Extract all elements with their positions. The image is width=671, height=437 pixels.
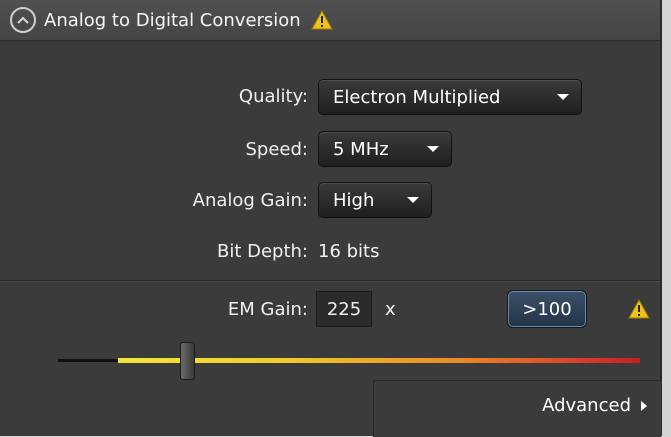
triangle-right-icon bbox=[641, 400, 647, 411]
em-gain-value: 225 bbox=[326, 298, 362, 320]
analog-gain-label: Analog Gain: bbox=[192, 190, 308, 211]
slider-track-inactive bbox=[58, 359, 118, 362]
slider-thumb[interactable] bbox=[180, 342, 195, 380]
em-gain-label: EM Gain: bbox=[227, 299, 308, 320]
section-title: Analog to Digital Conversion bbox=[44, 9, 301, 31]
chevron-down-icon bbox=[427, 146, 439, 152]
speed-value: 5 MHz bbox=[333, 138, 389, 160]
chevron-up-icon bbox=[17, 16, 29, 24]
warning-icon bbox=[628, 299, 650, 319]
quality-dropdown[interactable]: Electron Multiplied bbox=[318, 79, 582, 115]
acquisition-panel: Analog to Digital Conversion Quality: El… bbox=[0, 0, 662, 437]
speed-label: Speed: bbox=[245, 139, 309, 160]
em-gain-range-button[interactable]: >100 bbox=[507, 290, 587, 328]
em-gain-unit: x bbox=[385, 299, 396, 320]
speed-dropdown[interactable]: 5 MHz bbox=[318, 131, 452, 167]
analog-gain-dropdown[interactable]: High bbox=[318, 182, 432, 218]
divider bbox=[0, 280, 660, 281]
collapse-button[interactable] bbox=[10, 7, 36, 33]
warning-icon bbox=[310, 10, 333, 30]
bit-depth-label: Bit Depth: bbox=[216, 241, 308, 262]
quality-value: Electron Multiplied bbox=[333, 86, 501, 108]
section-header[interactable]: Analog to Digital Conversion bbox=[0, 0, 660, 41]
chevron-down-icon bbox=[557, 94, 569, 100]
advanced-button[interactable]: Advanced bbox=[542, 395, 647, 416]
em-gain-range-label: >100 bbox=[522, 298, 572, 320]
slider-track-gradient bbox=[118, 358, 640, 363]
advanced-label: Advanced bbox=[542, 395, 631, 416]
chevron-down-icon bbox=[407, 197, 419, 203]
em-gain-input[interactable]: 225 bbox=[316, 291, 372, 327]
quality-label: Quality: bbox=[238, 86, 308, 107]
bit-depth-value: 16 bits bbox=[318, 241, 380, 262]
advanced-panel: Advanced bbox=[373, 380, 661, 437]
analog-gain-value: High bbox=[333, 189, 375, 211]
